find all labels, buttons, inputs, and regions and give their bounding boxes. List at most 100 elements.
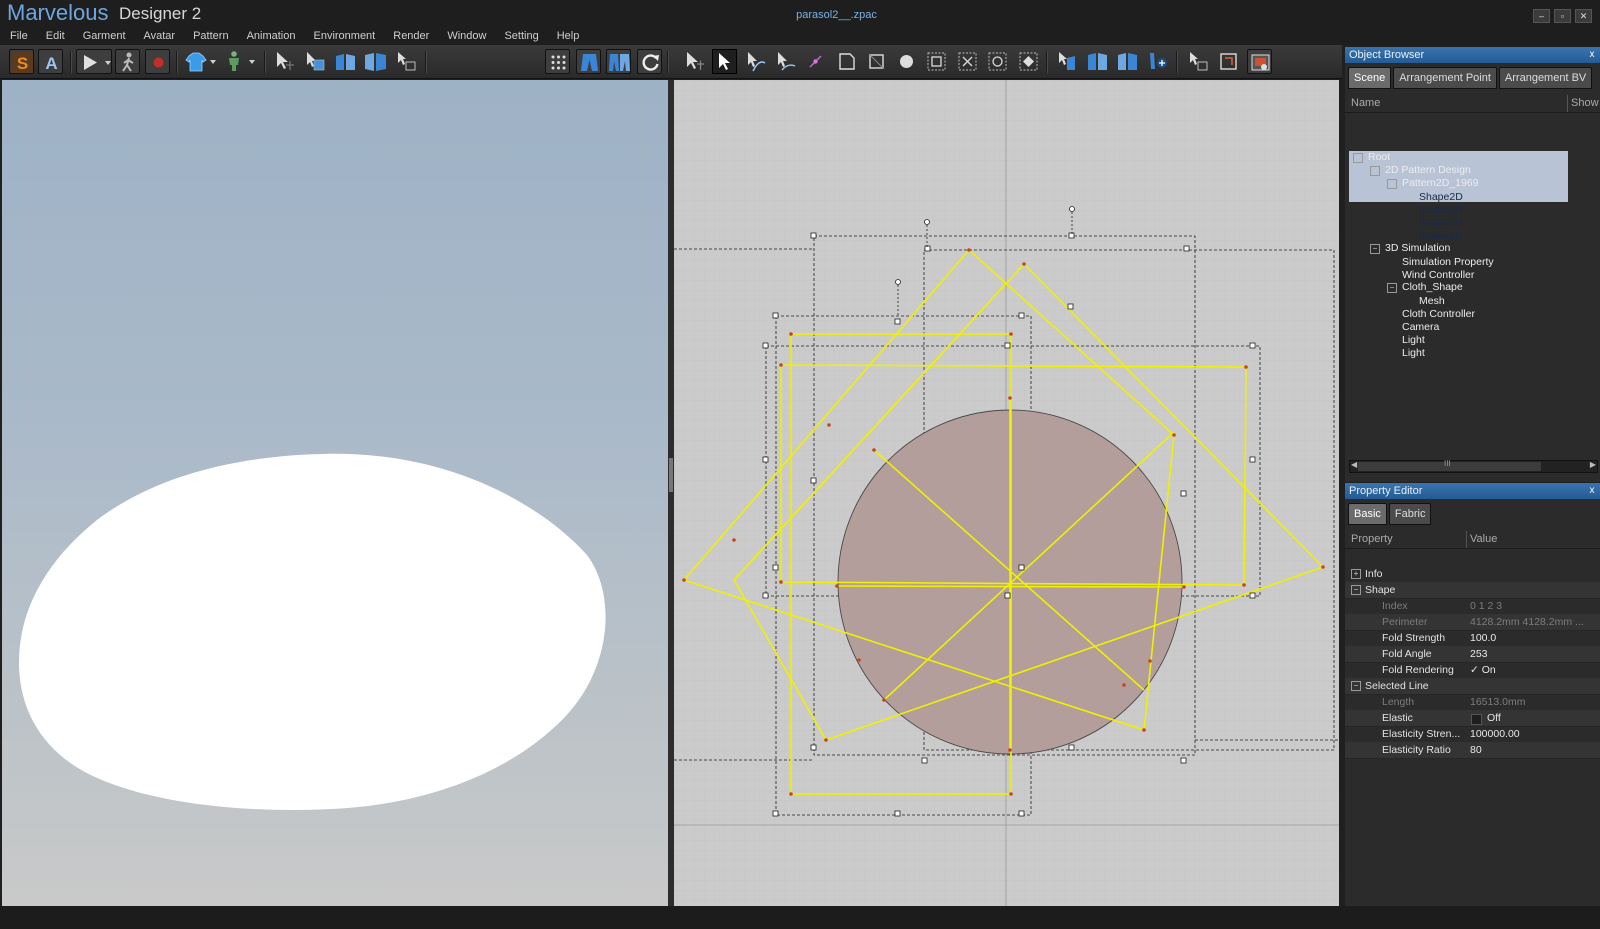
menu-help[interactable]: Help [547,28,588,45]
edit-pattern-tool[interactable] [712,49,737,74]
internal-circle-tool[interactable] [985,49,1010,74]
property-group-row[interactable]: + Info [1345,566,1600,583]
tree-item[interactable]: −2D Pattern Design [1370,164,1471,177]
scroll-right-icon[interactable]: ▶ [1590,460,1596,469]
fold-flatten-tool[interactable] [363,49,388,74]
property-row[interactable]: Elasticity Ratio 80 [1345,742,1600,759]
column-show[interactable]: Show [1567,95,1600,112]
menu-garment[interactable]: Garment [73,28,134,45]
menu-pattern[interactable]: Pattern [183,28,236,45]
dart-tool[interactable] [1016,49,1041,74]
property-value[interactable]: 100000.00 [1470,726,1595,742]
tree-item[interactable]: Shape2D [1404,190,1463,203]
tree-item[interactable]: Cloth Controller [1387,307,1475,320]
elastic-checkbox[interactable] [1471,714,1482,725]
column-name[interactable]: Name [1351,95,1380,112]
play-simulation-button[interactable] [76,49,112,74]
tab-scene[interactable]: Scene [1348,67,1392,89]
tab-fabric[interactable]: Fabric [1388,503,1432,525]
menu-animation[interactable]: Animation [237,28,304,45]
restore-button[interactable]: ▫ [1554,9,1571,23]
property-row[interactable]: Fold Rendering ✓ On [1345,662,1600,679]
tree-item[interactable]: Camera [1387,320,1439,333]
menu-window[interactable]: Window [437,28,494,45]
tree-item[interactable]: − Root [1353,151,1390,164]
tree-item[interactable]: Simulation Property [1387,255,1494,268]
property-row[interactable]: Fold Strength 100.0 [1345,630,1600,647]
property-row[interactable]: Fold Angle 253 [1345,646,1600,663]
walk-avatar-button[interactable] [115,49,140,74]
2d-pattern-viewport[interactable] [674,80,1339,906]
tree-item[interactable]: − Cloth_Shape [1387,281,1463,294]
edit-curve-point-tool[interactable] [773,49,798,74]
fold-arrangement-tool[interactable] [333,49,358,74]
tab-arrangement-bv[interactable]: Arrangement BV [1498,67,1593,89]
menu-file[interactable]: File [0,28,36,45]
property-expand-icon[interactable]: + [1351,569,1361,579]
edit-sewing-tool[interactable] [1115,49,1140,74]
tree-expand-icon[interactable]: − [1353,153,1363,163]
transform-pattern-tool[interactable] [682,49,707,74]
column-property[interactable]: Property [1351,531,1393,548]
circle-tool[interactable] [894,49,919,74]
property-group-row[interactable]: − Selected Line [1345,678,1600,695]
tree-item[interactable]: Shape2D [1404,203,1463,216]
avatar-display-button[interactable] [222,49,258,74]
tree-item[interactable]: Shape2D [1404,229,1463,242]
close-button[interactable]: ✕ [1575,9,1592,23]
mirror-pattern-button[interactable] [606,49,631,74]
property-editor-close-icon[interactable]: x [1587,485,1597,496]
tree-item[interactable]: − Pattern2D_1969 [1387,177,1478,190]
select-mesh-tool[interactable] [302,49,327,74]
menu-setting[interactable]: Setting [494,28,546,45]
animation-mode-button[interactable]: A [38,49,63,74]
column-value[interactable]: Value [1466,531,1497,548]
tack-on-avatar-tool[interactable] [1145,49,1170,74]
object-browser-close-icon[interactable]: x [1587,49,1597,60]
tree-item[interactable]: −3D Simulation [1370,242,1450,255]
segment-sewing-tool[interactable] [1055,49,1080,74]
property-group-row[interactable]: − Shape [1345,582,1600,599]
menu-edit[interactable]: Edit [36,28,73,45]
scrollbar-thumb[interactable]: III [1358,459,1541,471]
property-row[interactable]: Elasticity Stren... 100000.00 [1345,726,1600,743]
horizontal-scrollbar[interactable]: ◀ III ▶ [1349,459,1598,473]
tree-expand-icon[interactable]: − [1370,166,1380,176]
property-row[interactable]: Elastic Off [1345,710,1600,727]
snapshot-tool[interactable] [1247,49,1272,74]
property-value[interactable]: Off [1487,710,1600,726]
property-value[interactable]: 80 [1470,742,1595,758]
property-row[interactable]: Index 0 1 2 3 [1345,598,1600,615]
menu-avatar[interactable]: Avatar [134,28,184,45]
property-row[interactable]: Perimeter 4128.2mm 4128.2mm ... [1345,614,1600,631]
tab-arrangement-point[interactable]: Arrangement Point [1393,67,1497,89]
free-sewing-tool[interactable] [1085,49,1110,74]
reset-button[interactable] [637,49,662,74]
simulation-mode-button[interactable]: S [9,49,34,74]
tree-expand-icon[interactable]: − [1387,179,1397,189]
property-expand-icon[interactable]: − [1351,585,1361,595]
garment-display-button[interactable] [183,49,219,74]
record-button[interactable] [145,49,170,74]
tree-item[interactable]: Mesh [1404,294,1445,307]
rectangle-tool[interactable] [864,49,889,74]
menu-render[interactable]: Render [383,28,437,45]
tree-expand-icon[interactable]: − [1370,244,1380,254]
select-move-tool[interactable] [272,49,297,74]
property-value[interactable]: ✓ On [1470,662,1595,678]
tree-item[interactable]: Light [1387,346,1425,359]
pants-arrange-button[interactable] [576,49,601,74]
scroll-left-icon[interactable]: ◀ [1351,460,1357,469]
tree-item[interactable]: Wind Controller [1387,268,1474,281]
property-value[interactable]: 100.0 [1470,630,1595,646]
arrange-pattern-tool[interactable] [1186,49,1211,74]
add-point-tool[interactable] [803,49,828,74]
property-row[interactable]: Length 16513.0mm [1345,694,1600,711]
edit-curvature-tool[interactable] [743,49,768,74]
tree-expand-icon[interactable]: − [1387,283,1397,293]
property-expand-icon[interactable]: − [1351,681,1361,691]
polygon-tool[interactable] [834,49,859,74]
internal-rectangle-tool[interactable] [955,49,980,74]
snap-grid-button[interactable] [545,49,570,74]
internal-polygon-tool[interactable] [924,49,949,74]
